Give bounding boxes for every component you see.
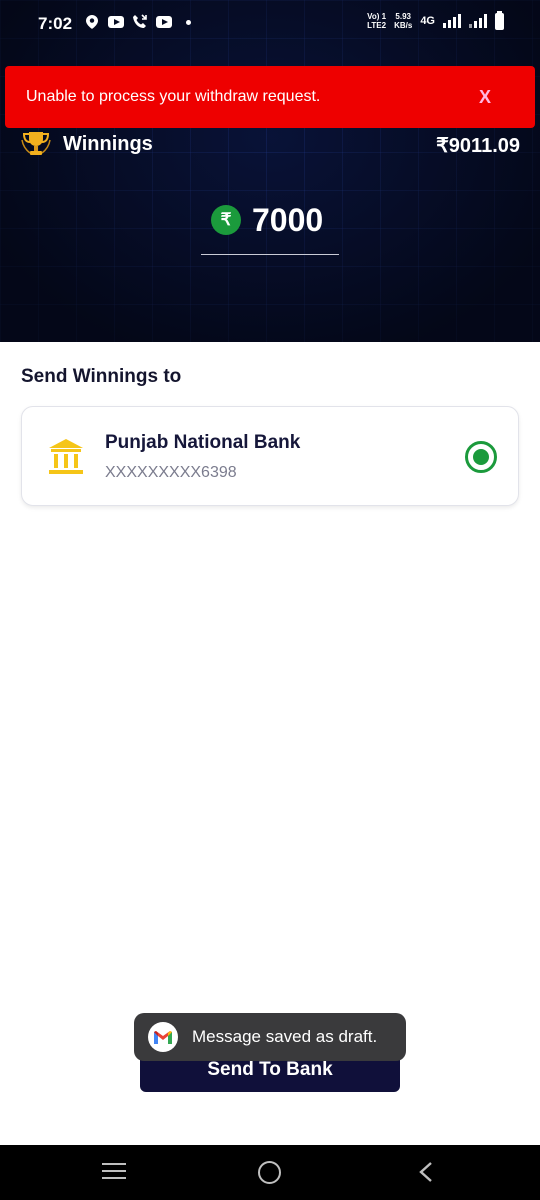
error-message: Unable to process your withdraw request. [26, 88, 321, 105]
missed-call-icon [132, 14, 148, 30]
volte-indicator: Vo) 1 LTE2 [367, 12, 387, 30]
close-banner-button[interactable]: X [479, 87, 491, 108]
notification-icons [84, 14, 196, 30]
trophy-icon [21, 132, 51, 155]
network-speed: 5.93 KB/s [394, 12, 413, 30]
more-notifications-dot-icon [180, 14, 196, 30]
error-banner: Unable to process your withdraw request.… [5, 66, 535, 128]
toast-message: Message saved as draft. [192, 1027, 378, 1046]
bank-name: Punjab National Bank [105, 432, 301, 453]
gmail-icon [148, 1022, 178, 1052]
toast-notification: Message saved as draft. [134, 1013, 406, 1061]
signal-strength-icon [443, 14, 461, 28]
home-icon[interactable] [258, 1161, 281, 1184]
bank-select-radio[interactable] [465, 441, 497, 473]
bank-account-number: XXXXXXXXX6398 [105, 464, 237, 481]
rupee-coin-icon: ₹ [211, 205, 241, 235]
bank-account-card[interactable]: Punjab National Bank XXXXXXXXX6398 [21, 406, 519, 506]
withdraw-amount-value: 7000 [252, 202, 324, 238]
network-type: 4G [420, 15, 435, 27]
bank-icon [49, 439, 83, 474]
status-time: 7:02 [38, 14, 73, 33]
winnings-label: Winnings [63, 133, 153, 155]
youtube-icon [108, 14, 124, 30]
system-status-icons: Vo) 1 LTE2 5.93 KB/s 4G [367, 10, 504, 30]
status-bar: 7:02 Vo) 1 LTE2 5.93 KB/s 4G [0, 0, 540, 48]
system-navigation-bar [0, 1145, 540, 1200]
recent-apps-icon[interactable] [102, 1163, 126, 1181]
winnings-balance: ₹9011.09 [436, 135, 520, 157]
winnings-summary: Winnings ₹9011.09 [20, 130, 520, 160]
battery-icon [495, 10, 504, 30]
location-pin-icon [84, 14, 100, 30]
winnings-header-background [0, 0, 540, 342]
send-winnings-title: Send Winnings to [21, 366, 182, 387]
signal-strength-icon-2 [469, 14, 487, 28]
youtube-icon-2 [156, 14, 172, 30]
back-icon[interactable] [418, 1162, 434, 1182]
withdraw-amount-field[interactable]: ₹ 7000 [201, 200, 339, 256]
amount-underline [201, 254, 339, 255]
